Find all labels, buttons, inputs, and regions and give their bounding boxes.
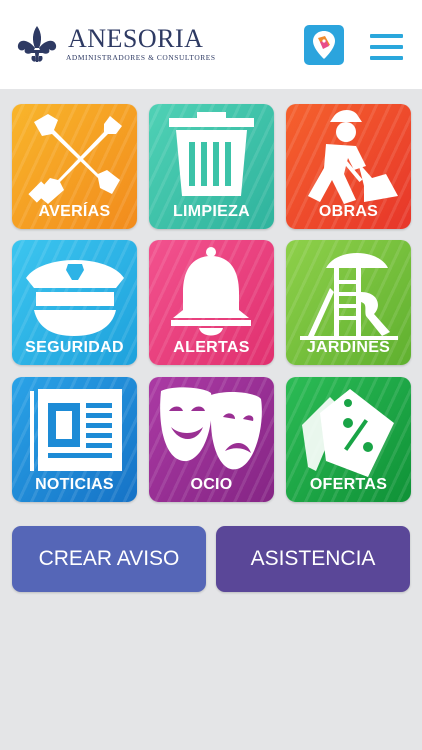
tile-label: NOTICIAS [35, 476, 114, 493]
tile-label: LIMPIEZA [172, 203, 251, 220]
tile-label: SEGURIDAD [25, 339, 124, 356]
tile-label: OCIO [190, 476, 233, 493]
tile-label: ALERTAS [173, 339, 250, 356]
brand-name: ANESORIA [68, 24, 204, 53]
app-shortcut-button[interactable] [304, 25, 344, 65]
tile-limpieza[interactable]: LIMPIEZA [149, 104, 274, 229]
brand-subtitle: ADMINISTRADORES & CONSULTORES [66, 53, 216, 62]
create-notice-button[interactable]: CREAR AVISO [12, 526, 206, 592]
tile-averias[interactable]: AVERÍAS [12, 104, 137, 229]
tile-jardines[interactable]: JARDINES [286, 240, 411, 365]
tile-label: OFERTAS [309, 476, 388, 493]
assistance-button[interactable]: ASISTENCIA [216, 526, 410, 592]
tile-obras[interactable]: OBRAS [286, 104, 411, 229]
map-pin-tag-icon [313, 31, 335, 59]
tile-label: AVERÍAS [38, 203, 111, 220]
tile-ofertas[interactable]: OFERTAS [286, 377, 411, 502]
tile-alertas[interactable]: ALERTAS [149, 240, 274, 365]
hamburger-menu-icon [370, 34, 403, 38]
menu-button[interactable] [370, 34, 403, 60]
tile-noticias[interactable]: NOTICIAS [12, 377, 137, 502]
tile-ocio[interactable]: OCIO [149, 377, 274, 502]
app-header: ANESORIA ADMINISTRADORES & CONSULTORES [0, 0, 422, 89]
fleur-de-lis-icon [17, 26, 57, 62]
tile-label: OBRAS [318, 203, 379, 220]
tile-seguridad[interactable]: SEGURIDAD [12, 240, 137, 365]
tile-label: JARDINES [306, 339, 391, 356]
